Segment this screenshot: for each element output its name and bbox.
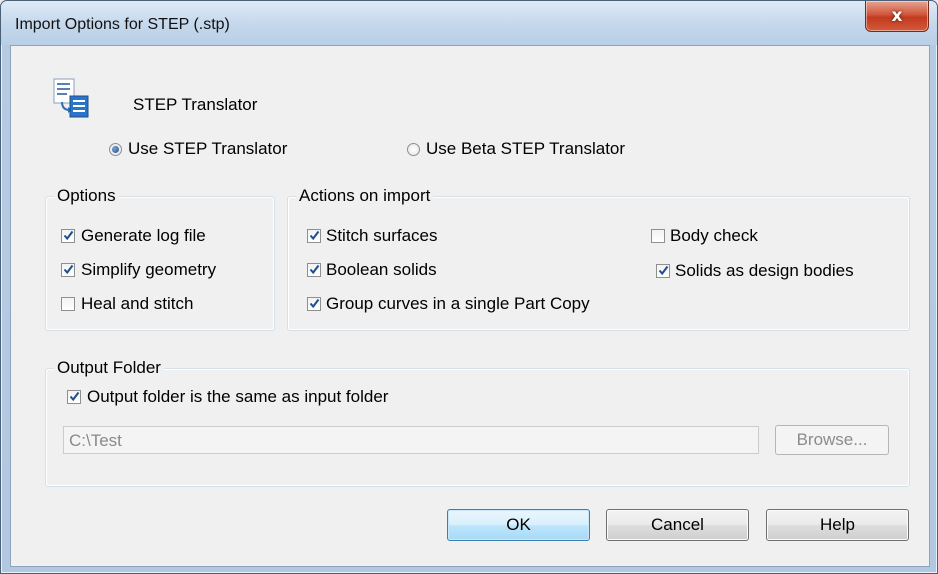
checkmark-icon bbox=[69, 391, 80, 402]
checkmark-icon bbox=[309, 230, 320, 241]
radio-use-step-translator[interactable] bbox=[109, 143, 122, 156]
checkmark-icon bbox=[309, 298, 320, 309]
stitch-surfaces-label[interactable]: Stitch surfaces bbox=[326, 226, 438, 246]
cancel-button-label: Cancel bbox=[651, 515, 704, 534]
help-button-label: Help bbox=[820, 515, 855, 534]
boolean-solids-label[interactable]: Boolean solids bbox=[326, 260, 437, 280]
radio-use-beta-step-translator[interactable] bbox=[407, 143, 420, 156]
step-translator-icon bbox=[53, 78, 89, 118]
stitch-surfaces-checkbox[interactable] bbox=[307, 229, 321, 243]
browse-button-label: Browse... bbox=[796, 430, 868, 449]
close-icon: x bbox=[891, 6, 903, 26]
checkmark-icon bbox=[63, 230, 74, 241]
body-check-label[interactable]: Body check bbox=[670, 226, 758, 246]
radio-label-use-beta-step-translator[interactable]: Use Beta STEP Translator bbox=[426, 139, 625, 159]
ok-button-label: OK bbox=[506, 515, 531, 534]
body-check-checkbox[interactable] bbox=[651, 229, 665, 243]
help-button[interactable]: Help bbox=[766, 509, 909, 541]
solids-as-design-bodies-label[interactable]: Solids as design bodies bbox=[675, 261, 854, 281]
dialog-window: Import Options for STEP (.stp) x STEP Tr… bbox=[0, 0, 938, 574]
boolean-solids-checkbox[interactable] bbox=[307, 263, 321, 277]
solids-as-design-bodies-checkbox[interactable] bbox=[656, 264, 670, 278]
cancel-button[interactable]: Cancel bbox=[606, 509, 749, 541]
output-folder-group-title: Output Folder bbox=[54, 358, 164, 378]
window-title: Import Options for STEP (.stp) bbox=[15, 16, 230, 33]
close-button[interactable]: x bbox=[865, 1, 929, 32]
generate-log-file-label[interactable]: Generate log file bbox=[81, 226, 206, 246]
output-same-as-input-checkbox[interactable] bbox=[67, 390, 81, 404]
checkmark-icon bbox=[658, 265, 669, 276]
output-folder-path-input[interactable]: C:\Test bbox=[63, 426, 759, 454]
dialog-client-area: STEP Translator Use STEP Translator Use … bbox=[10, 45, 930, 567]
group-curves-checkbox[interactable] bbox=[307, 297, 321, 311]
checkmark-icon bbox=[309, 264, 320, 275]
heal-and-stitch-label[interactable]: Heal and stitch bbox=[81, 294, 193, 314]
output-same-as-input-label[interactable]: Output folder is the same as input folde… bbox=[87, 387, 388, 407]
title-bar[interactable]: Import Options for STEP (.stp) x bbox=[1, 1, 937, 45]
output-folder-path-value: C:\Test bbox=[69, 431, 122, 450]
heal-and-stitch-checkbox[interactable] bbox=[61, 297, 75, 311]
generate-log-file-checkbox[interactable] bbox=[61, 229, 75, 243]
ok-button[interactable]: OK bbox=[447, 509, 590, 541]
simplify-geometry-checkbox[interactable] bbox=[61, 263, 75, 277]
translator-heading: STEP Translator bbox=[133, 95, 258, 114]
simplify-geometry-label[interactable]: Simplify geometry bbox=[81, 260, 216, 280]
checkmark-icon bbox=[63, 264, 74, 275]
actions-group-title: Actions on import bbox=[296, 186, 434, 206]
browse-button[interactable]: Browse... bbox=[775, 425, 889, 455]
options-group-title: Options bbox=[54, 186, 119, 206]
group-curves-label[interactable]: Group curves in a single Part Copy bbox=[326, 294, 590, 314]
radio-label-use-step-translator[interactable]: Use STEP Translator bbox=[128, 139, 287, 159]
